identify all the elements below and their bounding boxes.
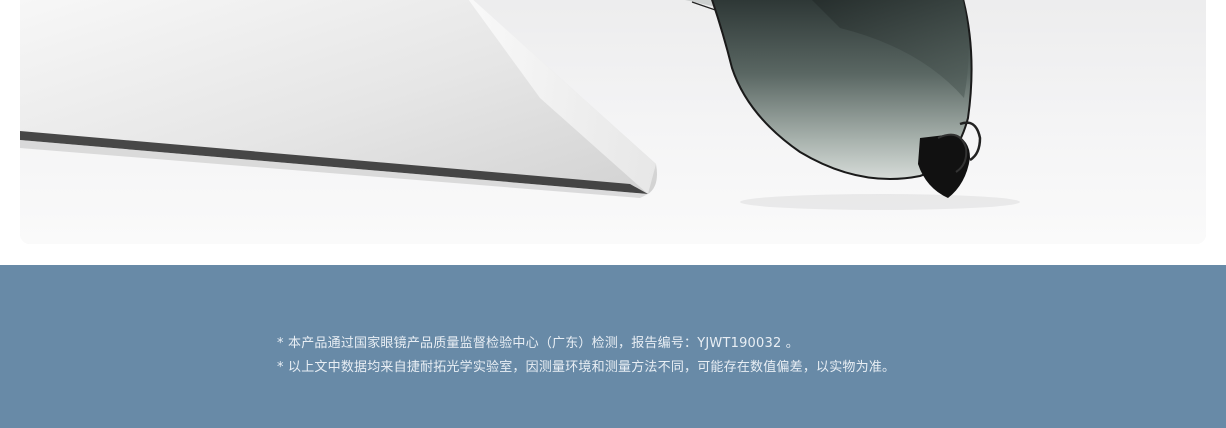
disclaimer-line-test-report: * 本产品通过国家眼镜产品质量监督检验中心（广东）检测，报告编号：YJWT190…: [277, 336, 799, 351]
disclaimer-text: * 本产品通过国家眼镜产品质量监督检验中心（广东）检测，报告编号：YJWT190…: [277, 332, 895, 380]
sunglasses-photo: [20, 0, 1206, 244]
disclaimer-line-data-source: * 以上文中数据均来自捷耐拓光学实验室，因测量环境和测量方法不同，可能存在数值偏…: [277, 360, 896, 375]
product-image-card: [20, 0, 1206, 244]
disclaimer-footer: * 本产品通过国家眼镜产品质量监督检验中心（广东）检测，报告编号：YJWT190…: [0, 265, 1226, 428]
